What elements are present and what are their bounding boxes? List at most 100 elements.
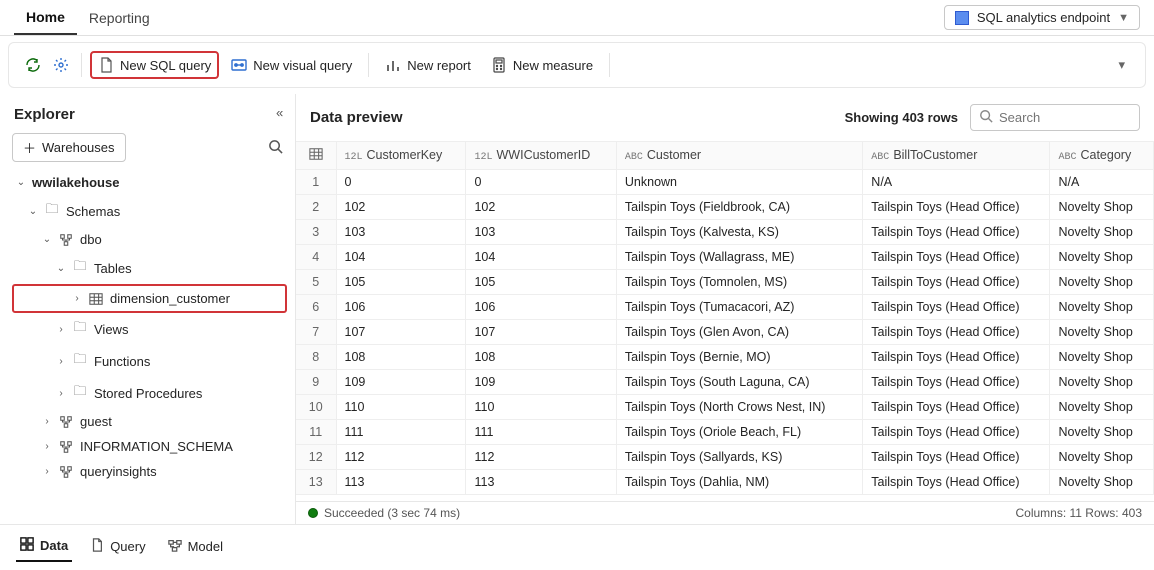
col-billtocustomer[interactable]: ABCBillToCustomer <box>863 142 1050 170</box>
rownum-header[interactable] <box>296 142 336 170</box>
cell-wwicustomerid: 0 <box>466 170 616 195</box>
views-label: Views <box>94 322 128 337</box>
cell-billtocustomer: Tailspin Toys (Head Office) <box>863 295 1050 320</box>
schema-icon <box>58 440 74 454</box>
endpoint-switcher[interactable]: SQL analytics endpoint ▼ <box>944 5 1140 30</box>
cell-customer: Tailspin Toys (Bernie, MO) <box>616 345 862 370</box>
settings-icon[interactable] <box>49 53 73 77</box>
cell-wwicustomerid: 102 <box>466 195 616 220</box>
cell-customerkey: 111 <box>336 420 466 445</box>
table-row[interactable]: 4104104Tailspin Toys (Wallagrass, ME)Tai… <box>296 245 1154 270</box>
tree-node-tables[interactable]: ⌄ 🗀 Tables <box>12 252 287 284</box>
footer-tab-data-label: Data <box>40 538 68 553</box>
table-row[interactable]: 3103103Tailspin Toys (Kalvesta, KS)Tails… <box>296 220 1154 245</box>
table-row[interactable]: 9109109Tailspin Toys (South Laguna, CA)T… <box>296 370 1154 395</box>
preview-search[interactable] <box>970 104 1140 131</box>
schemas-label: Schemas <box>66 204 120 219</box>
tree-node-views[interactable]: › 🗀 Views <box>12 313 287 345</box>
cell-billtocustomer: Tailspin Toys (Head Office) <box>863 245 1050 270</box>
data-grid[interactable]: 12LCustomerKey 12LWWICustomerID ABCCusto… <box>296 142 1154 495</box>
col-customerkey[interactable]: 12LCustomerKey <box>336 142 466 170</box>
table-row[interactable]: 8108108Tailspin Toys (Bernie, MO)Tailspi… <box>296 345 1154 370</box>
tree-node-information-schema[interactable]: › INFORMATION_SCHEMA <box>12 434 287 459</box>
cell-wwicustomerid: 106 <box>466 295 616 320</box>
table-row[interactable]: 6106106Tailspin Toys (Tumacacori, AZ)Tai… <box>296 295 1154 320</box>
cell-customer: Tailspin Toys (Oriole Beach, FL) <box>616 420 862 445</box>
new-measure-button[interactable]: New measure <box>483 53 601 77</box>
cell-customerkey: 0 <box>336 170 466 195</box>
info-schema-label: INFORMATION_SCHEMA <box>80 439 233 454</box>
cell-category: Novelty Shop <box>1050 270 1154 295</box>
rownum-cell: 11 <box>296 420 336 445</box>
cell-billtocustomer: Tailspin Toys (Head Office) <box>863 370 1050 395</box>
divider <box>81 53 82 77</box>
cell-billtocustomer: Tailspin Toys (Head Office) <box>863 395 1050 420</box>
cell-customerkey: 105 <box>336 270 466 295</box>
tree-node-schemas[interactable]: ⌄ 🗀 Schemas <box>12 195 287 227</box>
explorer-title: Explorer <box>14 106 75 123</box>
table-row[interactable]: 10110110Tailspin Toys (North Crows Nest,… <box>296 395 1154 420</box>
divider <box>368 53 369 77</box>
footer-tab-data[interactable]: Data <box>16 533 72 562</box>
tree-node-dimension-customer[interactable]: › dimension_customer <box>12 284 287 313</box>
rownum-cell: 8 <box>296 345 336 370</box>
table-row[interactable]: 11111111Tailspin Toys (Oriole Beach, FL)… <box>296 420 1154 445</box>
tree-node-dbo[interactable]: ⌄ dbo <box>12 227 287 252</box>
visual-query-icon <box>231 57 247 73</box>
tree-node-stored-procedures[interactable]: › 🗀 Stored Procedures <box>12 377 287 409</box>
col-wwicustomerid[interactable]: 12LWWICustomerID <box>466 142 616 170</box>
cell-category: Novelty Shop <box>1050 420 1154 445</box>
tree-node-database[interactable]: ⌄ wwilakehouse <box>12 170 287 195</box>
endpoint-label: SQL analytics endpoint <box>977 10 1110 25</box>
cell-category: Novelty Shop <box>1050 245 1154 270</box>
new-sql-query-button[interactable]: New SQL query <box>90 51 219 79</box>
table-row[interactable]: 2102102Tailspin Toys (Fieldbrook, CA)Tai… <box>296 195 1154 220</box>
table-row[interactable]: 13113113Tailspin Toys (Dahlia, NM)Tailsp… <box>296 470 1154 495</box>
cell-customerkey: 112 <box>336 445 466 470</box>
table-row[interactable]: 100UnknownN/AN/A <box>296 170 1154 195</box>
cell-billtocustomer: Tailspin Toys (Head Office) <box>863 220 1050 245</box>
chevron-down-icon: ⌄ <box>42 234 52 245</box>
cell-customer: Tailspin Toys (Tomnolen, MS) <box>616 270 862 295</box>
refresh-icon[interactable] <box>21 53 45 77</box>
type-text-icon: ABC <box>871 152 889 163</box>
cell-customerkey: 103 <box>336 220 466 245</box>
explorer-search-icon[interactable] <box>264 135 287 161</box>
tab-home[interactable]: Home <box>14 1 77 35</box>
col-category[interactable]: ABCCategory <box>1050 142 1154 170</box>
table-row[interactable]: 5105105Tailspin Toys (Tomnolen, MS)Tails… <box>296 270 1154 295</box>
cell-customer: Unknown <box>616 170 862 195</box>
cell-customerkey: 107 <box>336 320 466 345</box>
rownum-cell: 2 <box>296 195 336 220</box>
cell-customerkey: 106 <box>336 295 466 320</box>
tree-node-functions[interactable]: › 🗀 Functions <box>12 345 287 377</box>
col-customer[interactable]: ABCCustomer <box>616 142 862 170</box>
cell-wwicustomerid: 107 <box>466 320 616 345</box>
cell-category: Novelty Shop <box>1050 220 1154 245</box>
folder-icon: 🗀 <box>72 257 88 279</box>
cell-category: Novelty Shop <box>1050 320 1154 345</box>
new-visual-query-button[interactable]: New visual query <box>223 53 360 77</box>
cell-category: Novelty Shop <box>1050 345 1154 370</box>
cell-customer: Tailspin Toys (Wallagrass, ME) <box>616 245 862 270</box>
footer-tab-model[interactable]: Model <box>164 534 227 561</box>
footer-tab-query[interactable]: Query <box>86 534 149 561</box>
new-report-button[interactable]: New report <box>377 53 479 77</box>
table-row[interactable]: 12112112Tailspin Toys (Sallyards, KS)Tai… <box>296 445 1154 470</box>
status-success-icon <box>308 508 318 518</box>
tree-node-guest[interactable]: › guest <box>12 409 287 434</box>
dbo-label: dbo <box>80 232 102 247</box>
cell-billtocustomer: Tailspin Toys (Head Office) <box>863 470 1050 495</box>
rownum-cell: 1 <box>296 170 336 195</box>
search-icon <box>979 109 993 126</box>
cell-customer: Tailspin Toys (North Crows Nest, IN) <box>616 395 862 420</box>
preview-search-input[interactable] <box>999 110 1131 125</box>
add-warehouses-button[interactable]: ＋ Warehouses <box>12 133 126 162</box>
folder-icon: 🗀 <box>72 382 88 404</box>
tab-reporting[interactable]: Reporting <box>77 2 162 34</box>
toolbar-overflow-icon[interactable]: ▾ <box>1110 57 1133 73</box>
collapse-explorer-icon[interactable]: » <box>276 107 283 122</box>
schema-icon <box>58 465 74 479</box>
table-row[interactable]: 7107107Tailspin Toys (Glen Avon, CA)Tail… <box>296 320 1154 345</box>
tree-node-queryinsights[interactable]: › queryinsights <box>12 459 287 484</box>
